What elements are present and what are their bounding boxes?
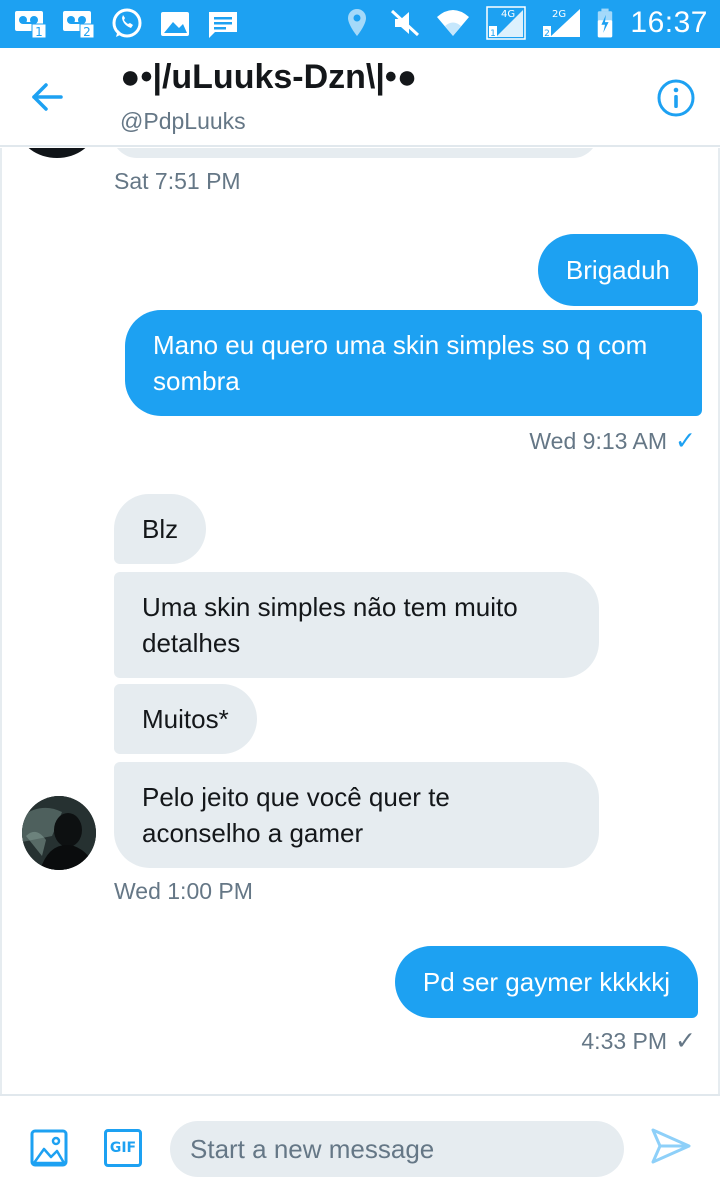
battery-charging-icon xyxy=(598,8,613,38)
system-icons: 4G 1 2G 2 16:37 xyxy=(340,6,708,40)
send-icon[interactable] xyxy=(650,1126,692,1166)
message-timestamp-row: 4:33 PM ✓ xyxy=(581,1026,696,1056)
avatar[interactable] xyxy=(22,796,96,870)
message-input[interactable] xyxy=(170,1121,624,1177)
avatar-photo xyxy=(22,796,96,870)
notification-icons: 1 2 xyxy=(14,8,240,40)
gif-label: GIF xyxy=(109,1140,137,1156)
message-timestamp: Sat 7:51 PM xyxy=(114,168,241,194)
voicemail-sim1-icon: 1 xyxy=(15,11,47,39)
avatar[interactable] xyxy=(20,148,94,158)
message-bubble-outgoing[interactable]: Brigaduh xyxy=(537,234,698,306)
message-icon xyxy=(209,12,237,38)
network-label-2: 2G xyxy=(552,9,566,20)
message-composer: GIF xyxy=(0,1094,720,1193)
back-button[interactable] xyxy=(22,74,72,120)
signal-2g-icon: 2G 2 xyxy=(543,9,581,39)
svg-text:2: 2 xyxy=(545,29,551,39)
message-timestamp: Wed 1:00 PM xyxy=(114,878,253,904)
message-bubble-incoming[interactable]: Blz xyxy=(114,494,207,564)
arrow-left-icon xyxy=(32,83,63,111)
conversation-header: ●•|/uLuuks-Dzn\|•● @PdpLuuks xyxy=(0,48,720,147)
svg-text:2: 2 xyxy=(83,25,91,39)
wifi-icon xyxy=(437,10,470,36)
checkmark-icon: ✓ xyxy=(675,1027,696,1055)
gif-button[interactable]: GIF xyxy=(104,1129,142,1167)
message-bubble-incoming[interactable]: Uma skin simples não tem muito detalhes xyxy=(114,572,599,678)
message-list[interactable]: Sat 7:51 PM Brigaduh Mano eu quero uma s… xyxy=(0,148,720,1094)
message-timestamp: Wed 9:13 AM xyxy=(529,428,668,454)
message-bubble-incoming[interactable]: Muitos* xyxy=(114,684,257,754)
message-bubble-incoming[interactable] xyxy=(112,148,598,158)
clock: 16:37 xyxy=(630,6,708,39)
message-bubble-outgoing[interactable]: Mano eu quero uma skin simples so q com … xyxy=(125,310,702,416)
message-bubble-incoming[interactable]: Pelo jeito que você quer te aconselho a … xyxy=(114,762,599,868)
conversation-title[interactable]: ●•|/uLuuks-Dzn\|•● xyxy=(120,58,417,97)
signal-4g-icon: 4G 1 xyxy=(486,6,527,40)
checkmark-icon: ✓ xyxy=(675,427,696,455)
whatsapp-icon xyxy=(112,8,142,38)
image-icon[interactable] xyxy=(30,1129,68,1167)
user-handle: @PdpLuuks xyxy=(120,108,246,134)
message-timestamp: 4:33 PM xyxy=(581,1028,668,1054)
status-bar: 1 2 4G 1 2G 2 16:37 xyxy=(0,0,720,48)
message-bubble-outgoing[interactable]: Pd ser gaymer kkkkkj xyxy=(394,946,698,1018)
message-timestamp-row: Wed 9:13 AM ✓ xyxy=(529,426,696,456)
svg-text:1: 1 xyxy=(35,25,43,39)
network-label-1: 4G xyxy=(501,9,515,20)
voicemail-sim2-icon: 2 xyxy=(63,11,95,39)
location-icon xyxy=(348,9,367,36)
info-icon[interactable] xyxy=(656,78,696,118)
mute-icon xyxy=(391,9,420,37)
svg-text:1: 1 xyxy=(491,29,497,39)
gallery-icon xyxy=(161,12,189,36)
